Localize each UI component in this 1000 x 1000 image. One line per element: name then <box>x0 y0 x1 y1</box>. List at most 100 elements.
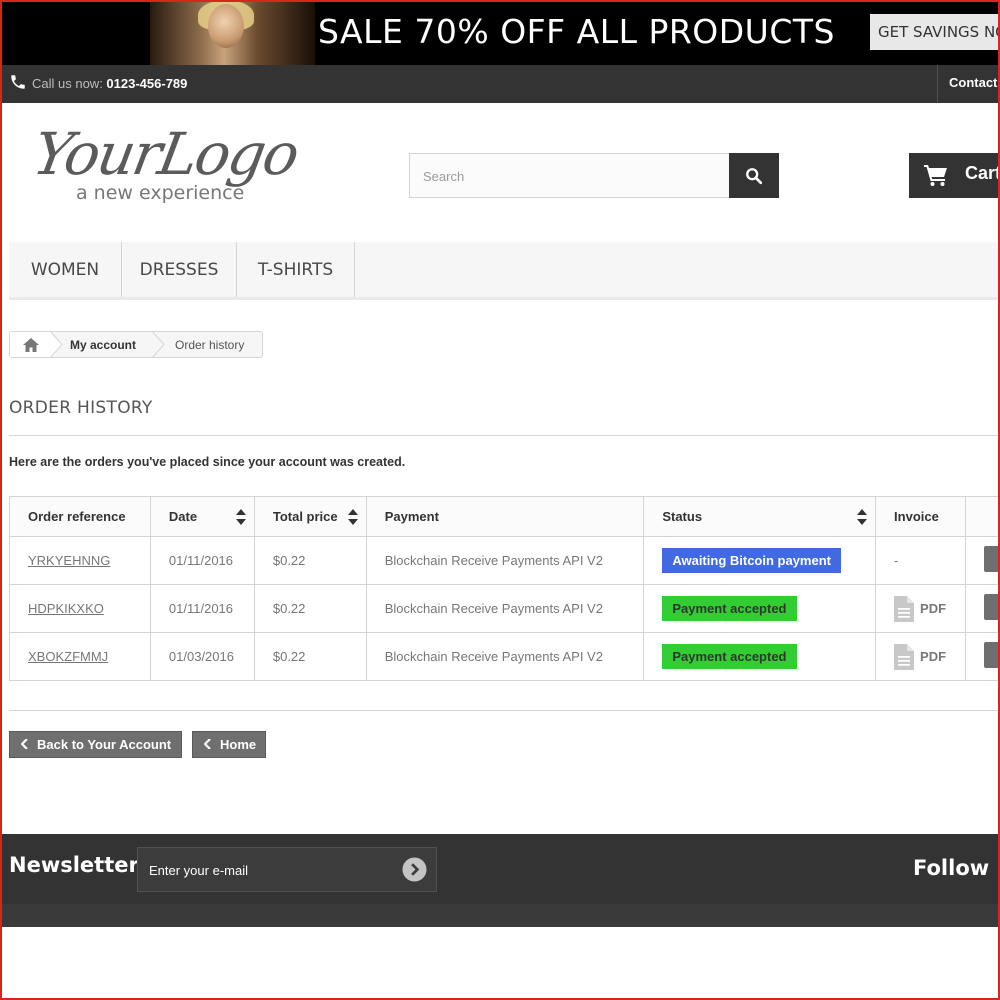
follow-us-title: Follow us <box>913 856 1000 880</box>
order-status-cell: Awaiting Bitcoin payment <box>643 536 877 585</box>
menu-item-dresses[interactable]: DRESSES <box>122 242 237 297</box>
store-logo[interactable]: YourLogo a new experience <box>28 120 319 212</box>
invoice-pdf-label: PDF <box>920 649 947 664</box>
order-payment: Blockchain Receive Payments API V2 <box>365 536 645 585</box>
status-badge: Payment accepted <box>662 644 797 669</box>
order-details-button[interactable] <box>983 546 1000 572</box>
order-invoice: - <box>875 536 966 585</box>
banner-sale-text: SALE 70% OFF ALL PRODUCTS <box>318 12 835 51</box>
back-to-account-label: Back to Your Account <box>37 737 172 752</box>
logo-script: YourLogo <box>28 120 303 188</box>
sort-icon <box>235 509 246 525</box>
order-details-button[interactable] <box>983 594 1000 620</box>
phone-icon <box>11 75 25 89</box>
header-label: Invoice <box>894 509 939 524</box>
breadcrumb-separator <box>152 331 165 358</box>
banner-image-detail <box>208 4 244 48</box>
order-status-cell: Payment accepted <box>643 584 877 633</box>
column-header-order-reference: Order reference <box>9 496 151 537</box>
column-header-actions <box>964 496 1000 537</box>
phone-number: 0123-456-789 <box>106 76 188 91</box>
status-badge: Payment accepted <box>662 596 797 621</box>
table-row: HDPKIKXKO 01/11/2016 $0.22 Blockchain Re… <box>9 584 1000 633</box>
order-reference-link[interactable]: XBOKZFMMJ <box>28 649 108 664</box>
order-actions-cell <box>964 536 1000 585</box>
order-reference-cell: XBOKZFMMJ <box>9 632 151 681</box>
table-row: YRKYEHNNG 01/11/2016 $0.22 Blockchain Re… <box>9 536 1000 585</box>
cart-icon <box>924 165 947 186</box>
column-header-date[interactable]: Date <box>149 496 255 537</box>
column-header-total-price[interactable]: Total price <box>253 496 367 537</box>
order-total: $0.22 <box>253 584 367 633</box>
call-us-text: Call us now: 0123-456-789 <box>32 76 187 91</box>
header-label: Status <box>662 509 703 524</box>
header-label: Date <box>168 509 198 524</box>
order-date: 01/11/2016 <box>149 584 255 633</box>
chevron-left-icon <box>21 739 28 749</box>
order-date: 01/03/2016 <box>149 632 255 681</box>
order-payment: Blockchain Receive Payments API V2 <box>365 584 645 633</box>
footer-bottom-strip <box>0 904 1000 927</box>
order-actions-cell <box>964 632 1000 681</box>
call-label: Call us now: <box>32 76 107 91</box>
order-reference-link[interactable]: HDPKIKXKO <box>28 601 104 616</box>
table-header-row: Order reference Date Total price Payment… <box>9 496 1000 537</box>
header-label: Order reference <box>28 509 126 524</box>
cart-button[interactable]: Cart <box>909 153 1000 198</box>
order-invoice-cell: PDF <box>875 632 966 681</box>
footer: Newsletter Follow us <box>0 834 1000 904</box>
banner-model-image <box>150 0 315 65</box>
column-header-invoice: Invoice <box>875 496 966 537</box>
breadcrumb-order-history: Order history <box>175 338 245 352</box>
contact-us-link[interactable]: Contact us <box>937 65 1000 103</box>
breadcrumb: My account Order history <box>9 331 263 358</box>
order-reference-cell: HDPKIKXKO <box>9 584 151 633</box>
home-icon <box>23 337 39 352</box>
home-label: Home <box>220 737 257 752</box>
top-nav-bar: Call us now: 0123-456-789 Contact us <box>0 65 1000 103</box>
invoice-pdf-link[interactable]: PDF <box>894 643 965 670</box>
footer-divider <box>9 710 1000 711</box>
search-icon <box>746 167 763 184</box>
logo-tagline: a new experience <box>76 182 245 204</box>
chevron-circle-right-icon[interactable] <box>402 857 427 882</box>
page-title: ORDER HISTORY <box>9 398 153 418</box>
invoice-pdf-link[interactable]: PDF <box>894 595 965 622</box>
chevron-left-icon <box>204 739 211 749</box>
order-total: $0.22 <box>253 536 367 585</box>
order-details-button[interactable] <box>983 642 1000 668</box>
file-text-icon <box>894 595 915 622</box>
main-menu: WOMEN DRESSES T-SHIRTS <box>9 242 1000 300</box>
page-intro: Here are the orders you've placed since … <box>9 455 406 469</box>
invoice-pdf-label: PDF <box>920 601 947 616</box>
order-reference-cell: YRKYEHNNG <box>9 536 151 585</box>
banner-cta-button[interactable]: GET SAVINGS NOW <box>870 14 1000 50</box>
breadcrumb-my-account[interactable]: My account <box>70 338 136 352</box>
order-history-table: Order reference Date Total price Payment… <box>9 496 1000 681</box>
menu-item-tshirts[interactable]: T-SHIRTS <box>237 242 355 297</box>
promo-banner[interactable]: SALE 70% OFF ALL PRODUCTS GET SAVINGS NO… <box>0 0 1000 65</box>
breadcrumb-separator <box>50 331 63 358</box>
title-divider <box>9 435 1000 436</box>
cart-label: Cart <box>965 163 1000 183</box>
sort-icon <box>347 509 358 525</box>
search-button[interactable] <box>729 153 779 198</box>
order-reference-link[interactable]: YRKYEHNNG <box>28 553 110 568</box>
search-input[interactable] <box>410 154 725 199</box>
sort-icon <box>857 509 868 525</box>
column-header-status[interactable]: Status <box>643 496 877 537</box>
order-invoice-cell: PDF <box>875 584 966 633</box>
file-text-icon <box>894 643 915 670</box>
menu-item-women[interactable]: WOMEN <box>9 242 122 297</box>
search-box <box>409 153 729 199</box>
order-date: 01/11/2016 <box>149 536 255 585</box>
order-actions-cell <box>964 584 1000 633</box>
column-header-payment: Payment <box>365 496 645 537</box>
newsletter-title: Newsletter <box>9 853 139 877</box>
newsletter-form <box>137 847 437 893</box>
back-to-account-button[interactable]: Back to Your Account <box>9 731 182 758</box>
home-button[interactable]: Home <box>192 731 266 758</box>
order-payment: Blockchain Receive Payments API V2 <box>365 632 645 681</box>
newsletter-email-input[interactable] <box>138 848 401 893</box>
breadcrumb-home-link[interactable] <box>10 332 52 357</box>
